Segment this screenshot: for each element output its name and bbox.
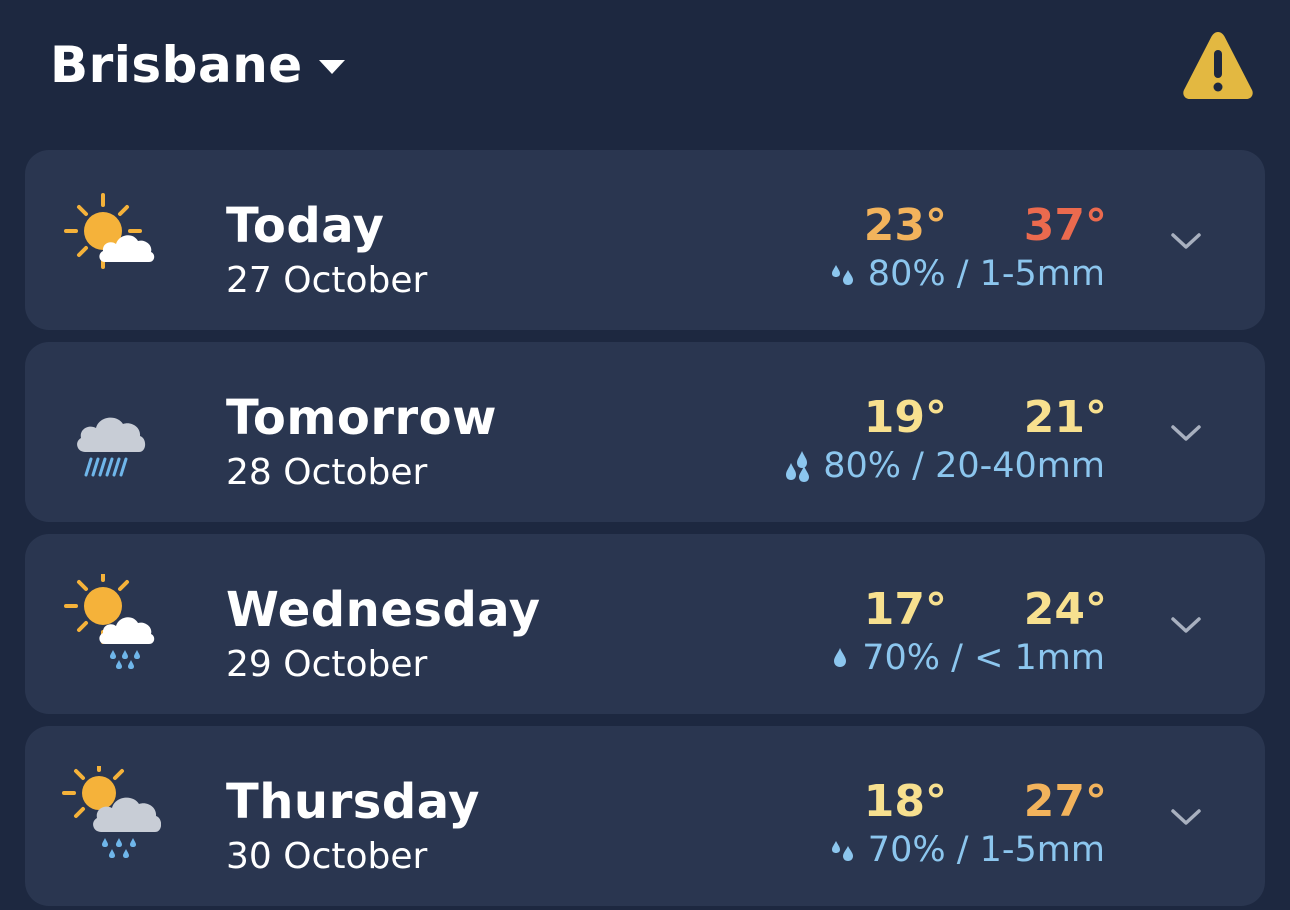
header: Brisbane (0, 0, 1290, 140)
temp-min: 18° (863, 776, 947, 827)
rain-text: 80% / 1-5mm (867, 254, 1105, 294)
temp-max: 24° (1023, 584, 1107, 635)
sun-cloud-showers-icon (62, 766, 161, 858)
day-title: Tomorrow (226, 390, 497, 446)
temp-max: 37° (1023, 200, 1107, 251)
rain-text: 70% / 1-5mm (867, 830, 1105, 870)
chevron-down-icon[interactable] (1169, 614, 1203, 636)
rain-drops-small-icon (831, 265, 853, 285)
forecast-day-wednesday[interactable]: Wednesday 29 October 17° 24° 70% / < 1mm (25, 534, 1265, 714)
day-date: 30 October (226, 836, 428, 877)
rain-chance: 70% / < 1mm (830, 638, 1105, 678)
warning-triangle-icon[interactable] (1180, 28, 1256, 102)
temp-max: 27° (1023, 776, 1107, 827)
partly-cloudy-icon (64, 193, 155, 269)
caret-down-icon (318, 60, 345, 74)
chevron-down-icon[interactable] (1169, 230, 1203, 252)
temp-min: 23° (863, 200, 947, 251)
location-selector[interactable]: Brisbane (50, 36, 347, 94)
rain-text: 70% / < 1mm (862, 638, 1105, 678)
forecast-day-tomorrow[interactable]: Tomorrow 28 October 19° 21° 80% / 20-40m… (25, 342, 1265, 522)
heavy-rain-cloud-icon (77, 417, 146, 477)
day-title: Today (226, 198, 385, 254)
temp-min: 17° (863, 584, 947, 635)
rain-chance: 80% / 1-5mm (830, 254, 1105, 294)
temp-max: 21° (1023, 392, 1107, 443)
forecast-day-today[interactable]: Today 27 October 23° 37° 80% / 1-5mm (25, 150, 1265, 330)
rain-text: 80% / 20-40mm (823, 446, 1105, 486)
day-date: 27 October (226, 260, 428, 301)
rain-drops-small-icon (831, 841, 853, 861)
chevron-down-icon[interactable] (1169, 422, 1203, 444)
forecast-day-thursday[interactable]: Thursday 30 October 18° 27° 70% / 1-5mm (25, 726, 1265, 906)
day-title: Wednesday (226, 582, 541, 638)
day-date: 29 October (226, 644, 428, 685)
day-title: Thursday (226, 774, 480, 830)
rain-drop-single-icon (834, 648, 847, 667)
day-date: 28 October (226, 452, 428, 493)
chevron-down-icon[interactable] (1169, 806, 1203, 828)
location-name: Brisbane (50, 36, 303, 94)
rain-chance: 80% / 20-40mm (783, 446, 1105, 486)
rain-drops-large-icon (786, 451, 810, 482)
rain-chance: 70% / 1-5mm (830, 830, 1105, 870)
sun-showers-icon (64, 574, 155, 669)
temp-min: 19° (863, 392, 947, 443)
